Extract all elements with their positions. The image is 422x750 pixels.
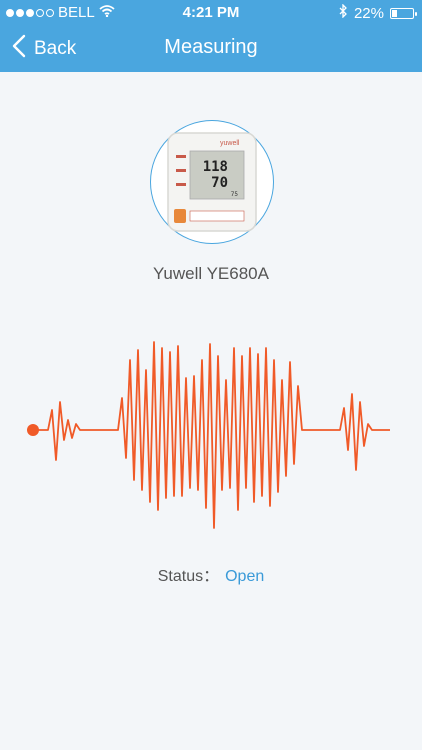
status-value: Open	[225, 568, 265, 585]
status-right: 22%	[338, 3, 417, 22]
header-bar: BELL 4:21 PM 22% Back Measuring	[0, 0, 422, 72]
bluetooth-icon	[338, 3, 348, 22]
device-name: Yuwell YE680A	[153, 264, 269, 283]
status-bar: BELL 4:21 PM 22%	[0, 0, 422, 26]
page-title: Measuring	[164, 36, 258, 58]
device-brand: yuwell	[220, 140, 240, 147]
status-label: Status：	[157, 568, 220, 585]
wave-line	[33, 341, 390, 529]
display-bottom: 70	[211, 175, 228, 191]
device-image: yuwell 118 70 75	[150, 120, 274, 244]
display-pulse: 75	[231, 191, 239, 198]
blood-pressure-monitor-icon: yuwell 118 70 75	[167, 132, 257, 232]
battery-icon	[390, 7, 417, 19]
status-row: Status： Open	[0, 562, 422, 586]
battery-percent: 22%	[353, 4, 384, 22]
navigation-bar: Back Measuring	[0, 26, 422, 72]
display-top: 118	[203, 159, 228, 175]
heartbeat-wave-graphic	[27, 341, 390, 529]
